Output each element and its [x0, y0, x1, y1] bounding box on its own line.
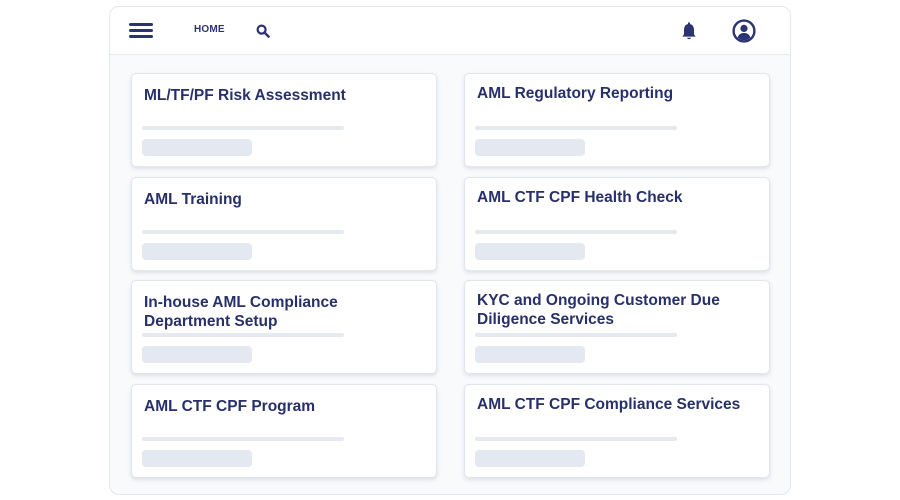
- button-placeholder: [475, 450, 585, 467]
- card-title: KYC and Ongoing Customer Due Diligence S…: [477, 292, 720, 328]
- text-placeholder-line: [475, 437, 677, 441]
- service-card-compliance-services[interactable]: AML CTF CPF Compliance Services: [464, 384, 770, 478]
- card-title: ML/TF/PF Risk Assessment: [144, 87, 346, 104]
- button-placeholder: [475, 346, 585, 363]
- hamburger-menu-icon[interactable]: [129, 22, 155, 40]
- service-card-aml-training[interactable]: AML Training: [131, 177, 437, 271]
- card-title: AML Training: [144, 191, 242, 208]
- text-placeholder-line: [142, 126, 344, 130]
- text-placeholder-line: [475, 126, 677, 130]
- service-card-compliance-department-setup[interactable]: In-house AML Compliance Department Setup: [131, 280, 437, 374]
- button-placeholder: [142, 450, 252, 467]
- button-placeholder: [142, 346, 252, 363]
- service-card-kyc-due-diligence[interactable]: KYC and Ongoing Customer Due Diligence S…: [464, 280, 770, 374]
- home-link[interactable]: HOME: [194, 24, 225, 35]
- card-title: AML CTF CPF Health Check: [477, 189, 683, 206]
- text-placeholder-line: [142, 230, 344, 234]
- search-icon[interactable]: [256, 24, 270, 38]
- text-placeholder-line: [142, 437, 344, 441]
- text-placeholder-line: [475, 230, 677, 234]
- card-title: In-house AML Compliance Department Setup: [144, 294, 338, 330]
- user-account-icon[interactable]: [732, 19, 756, 43]
- button-placeholder: [142, 243, 252, 260]
- card-title: AML Regulatory Reporting: [477, 85, 674, 102]
- service-card-regulatory-reporting[interactable]: AML Regulatory Reporting: [464, 73, 770, 167]
- top-navigation-bar: HOME: [110, 7, 790, 55]
- card-title: AML CTF CPF Compliance Services: [477, 396, 741, 413]
- text-placeholder-line: [475, 333, 677, 337]
- bell-icon[interactable]: [678, 21, 700, 43]
- button-placeholder: [142, 139, 252, 156]
- app-window: HOME ML/TF/PF Risk Assessment AML Regula…: [109, 6, 791, 495]
- button-placeholder: [475, 243, 585, 260]
- service-card-aml-program[interactable]: AML CTF CPF Program: [131, 384, 437, 478]
- card-title: AML CTF CPF Program: [144, 398, 316, 415]
- service-card-health-check[interactable]: AML CTF CPF Health Check: [464, 177, 770, 271]
- text-placeholder-line: [142, 333, 344, 337]
- button-placeholder: [475, 139, 585, 156]
- service-card-risk-assessment[interactable]: ML/TF/PF Risk Assessment: [131, 73, 437, 167]
